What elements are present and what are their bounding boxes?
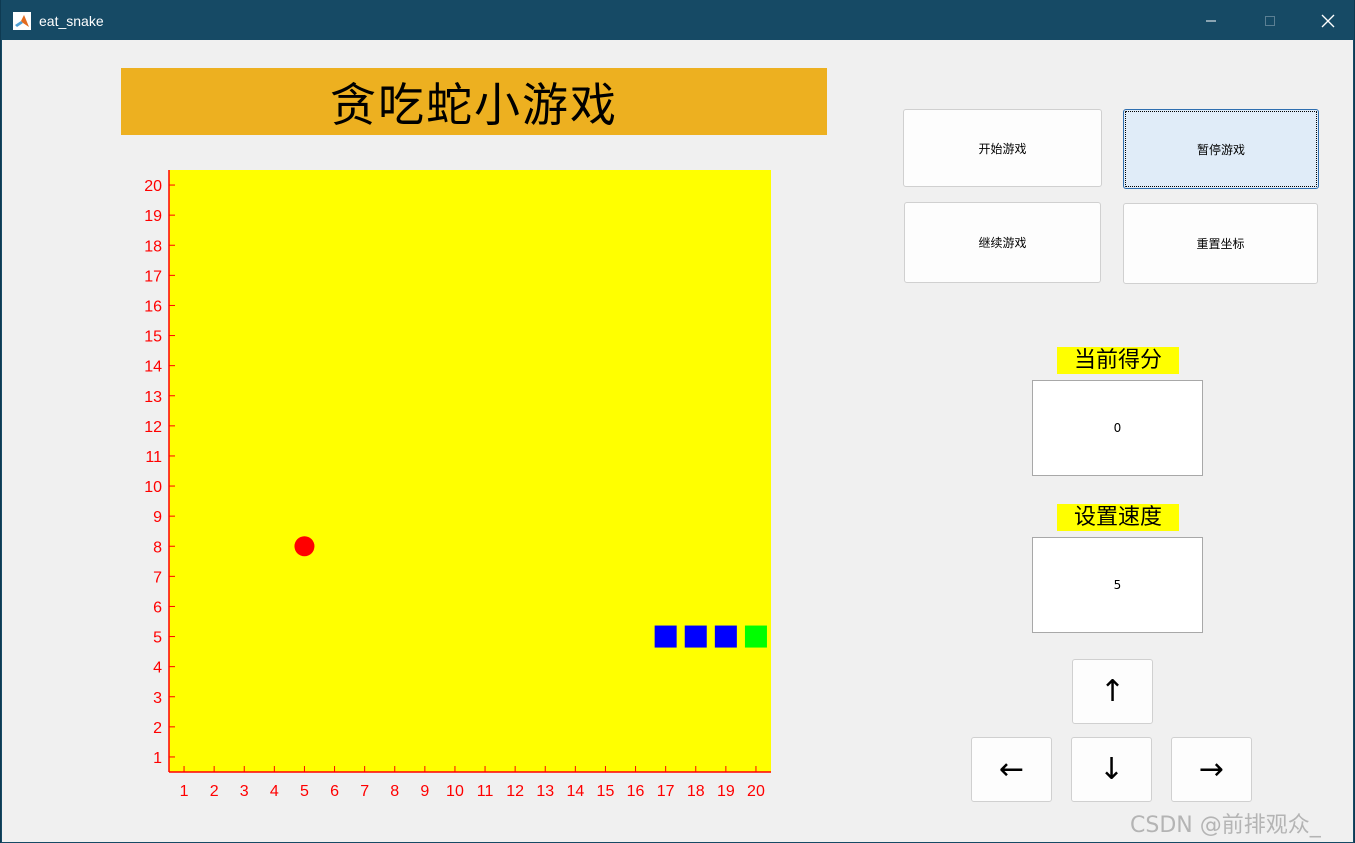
x-tick-label: 19 — [717, 783, 735, 800]
maximize-icon — [1265, 15, 1275, 26]
x-tick-label: 5 — [300, 783, 309, 800]
snake-body-segment — [714, 625, 737, 648]
minimize-icon — [1206, 20, 1216, 21]
minimize-button[interactable] — [1182, 1, 1240, 40]
matlab-logo-icon — [13, 12, 31, 30]
y-tick-label: 2 — [153, 720, 162, 737]
game-title-banner: 贪吃蛇小游戏 — [121, 68, 827, 135]
app-window: eat_snake 贪吃蛇小游戏 1 2 3 4 5 6 7 8 9 10 11 12 13 14 15 16… — [1, 0, 1354, 843]
close-icon — [1321, 14, 1335, 27]
game-title: 贪吃蛇小游戏 — [330, 77, 618, 132]
x-tick-label: 10 — [446, 783, 464, 800]
y-tick-label: 18 — [144, 238, 162, 255]
reset-coordinates-label: 重置坐标 — [1196, 237, 1245, 251]
resume-game-label: 继续游戏 — [978, 236, 1027, 250]
pause-game-button[interactable]: 暂停游戏 — [1123, 109, 1319, 189]
reset-coordinates-button[interactable]: 重置坐标 — [1123, 203, 1318, 284]
x-tick-label: 2 — [210, 783, 219, 800]
y-tick-label: 20 — [144, 178, 162, 195]
maximize-button[interactable] — [1241, 1, 1299, 40]
speed-value: 5 — [1113, 578, 1122, 592]
board-background — [169, 170, 771, 772]
start-game-label: 开始游戏 — [978, 141, 1027, 156]
x-tick-label: 16 — [627, 783, 645, 800]
title-bar[interactable]: eat_snake — [2, 1, 1353, 40]
y-tick-label: 15 — [144, 329, 162, 346]
y-tick-label: 1 — [153, 750, 162, 767]
right-button[interactable]: → — [1171, 737, 1252, 802]
speed-label: 设置速度 — [1057, 504, 1179, 531]
y-tick-label: 12 — [144, 419, 162, 436]
x-tick-label: 4 — [270, 783, 279, 800]
x-tick-label: 20 — [747, 783, 765, 800]
window-title: eat_snake — [39, 13, 104, 29]
score-label: 当前得分 — [1057, 347, 1179, 374]
y-tick-label: 19 — [144, 208, 162, 225]
resume-game-button[interactable]: 继续游戏 — [904, 202, 1101, 283]
y-tick-label: 9 — [153, 509, 162, 526]
x-tick-label: 3 — [240, 783, 249, 800]
game-board: 1 2 3 4 5 6 7 8 9 10 11 12 13 14 15 16 17 18 19 20123456789… — [144, 170, 771, 800]
food — [294, 536, 315, 557]
y-tick-label: 10 — [144, 479, 162, 496]
arrow-right-icon: → — [1198, 752, 1225, 787]
close-button[interactable] — [1299, 1, 1355, 40]
y-tick-label: 7 — [153, 569, 162, 586]
y-tick-label: 4 — [153, 660, 162, 677]
arrow-down-icon: ↓ — [1098, 752, 1125, 787]
start-game-button[interactable]: 开始游戏 — [903, 109, 1102, 187]
y-tick-label: 14 — [144, 359, 162, 376]
speed-input[interactable]: 5 — [1032, 537, 1203, 633]
arrow-left-icon: ← — [998, 752, 1025, 787]
x-tick-label: 14 — [566, 783, 584, 800]
down-button[interactable]: ↓ — [1071, 737, 1152, 802]
y-tick-label: 13 — [144, 389, 162, 406]
x-tick-label: 8 — [390, 783, 399, 800]
pause-game-label: 暂停游戏 — [1196, 142, 1245, 157]
x-tick-label: 1 — [180, 783, 189, 800]
snake-body-segment — [654, 625, 677, 648]
y-tick-label: 16 — [144, 298, 162, 315]
watermark: CSDN @前排观众_ — [1130, 813, 1321, 838]
left-button[interactable]: ← — [971, 737, 1052, 802]
snake-body-segment — [684, 625, 707, 648]
x-tick-label: 11 — [477, 783, 494, 800]
y-tick-label: 5 — [153, 630, 162, 647]
y-tick-label: 3 — [153, 690, 162, 707]
up-button[interactable]: ↑ — [1072, 659, 1153, 724]
x-tick-label: 12 — [506, 783, 524, 800]
x-tick-label: 7 — [360, 783, 369, 800]
x-tick-label: 17 — [657, 783, 675, 800]
x-tick-label: 9 — [420, 783, 429, 800]
snake-head — [744, 625, 767, 648]
y-tick-label: 6 — [153, 599, 162, 616]
x-tick-label: 6 — [330, 783, 339, 800]
x-tick-label: 13 — [536, 783, 554, 800]
y-tick-label: 8 — [153, 539, 162, 556]
x-tick-label: 18 — [687, 783, 705, 800]
y-tick-label: 17 — [144, 268, 162, 285]
y-tick-label: 11 — [145, 449, 162, 466]
score-value: 0 — [1113, 421, 1122, 435]
score-display: 0 — [1032, 380, 1203, 476]
arrow-up-icon: ↑ — [1099, 674, 1126, 709]
x-tick-label: 15 — [597, 783, 615, 800]
